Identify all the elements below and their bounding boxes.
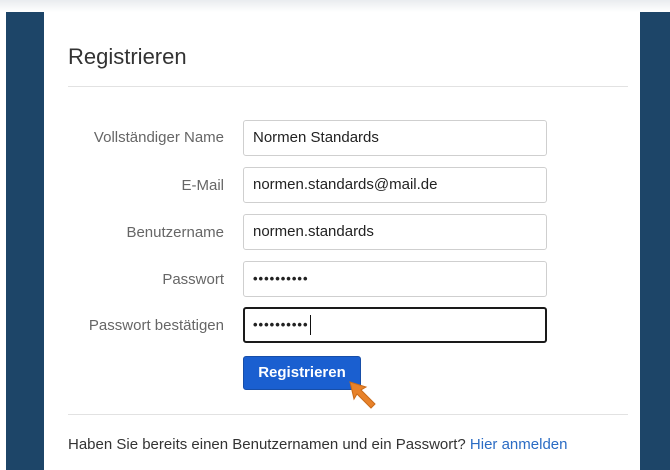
password-input[interactable]: •••••••••• [243, 261, 547, 297]
confirm-password-label: Passwort bestätigen [88, 317, 224, 334]
title-divider [68, 86, 628, 87]
password-value: •••••••••• [253, 271, 309, 286]
register-button[interactable]: Registrieren [243, 356, 361, 390]
footer-divider [68, 414, 628, 415]
login-prompt: Haben Sie bereits einen Benutzernamen un… [68, 436, 567, 453]
username-label: Benutzername [126, 224, 224, 241]
confirm-password-input[interactable]: •••••••••• [243, 307, 547, 343]
password-label: Passwort [162, 271, 224, 288]
username-input[interactable]: normen.standards [243, 214, 547, 250]
left-background-strip [6, 12, 44, 470]
full-name-input[interactable]: Normen Standards [243, 120, 547, 156]
full-name-label: Vollständiger Name [93, 129, 224, 146]
cursor-arrow-icon [349, 381, 376, 409]
right-background-strip [640, 12, 670, 470]
confirm-password-value: •••••••••• [253, 317, 309, 332]
email-input[interactable]: normen.standards@mail.de [243, 167, 547, 203]
text-caret [309, 315, 311, 336]
page-title: Registrieren [68, 44, 187, 69]
login-link[interactable]: Hier anmelden [470, 436, 568, 453]
login-prompt-text: Haben Sie bereits einen Benutzernamen un… [68, 436, 466, 453]
top-shadow [0, 0, 670, 12]
email-label: E-Mail [181, 177, 224, 194]
